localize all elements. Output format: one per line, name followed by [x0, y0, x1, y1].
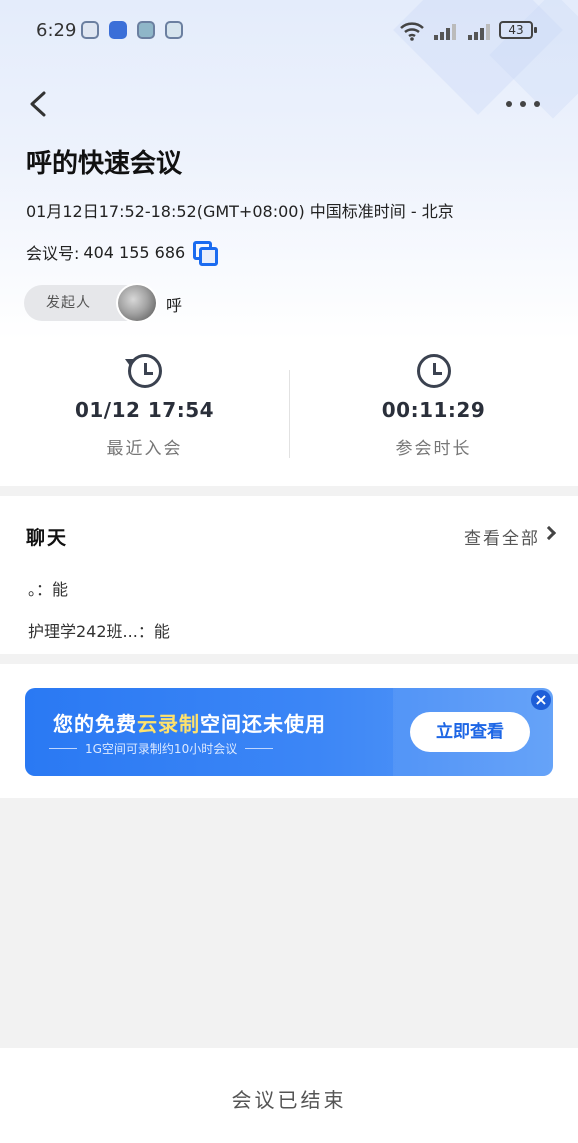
host-name: 呼 [166, 296, 183, 315]
signal-icon [434, 22, 460, 40]
bottom-bar: 会议已结束 [0, 1048, 578, 1143]
chat-text: 能 [153, 622, 170, 641]
notification-app-icon [165, 21, 183, 39]
duration-label: 参会时长 [395, 439, 472, 459]
last-join-value: 01/12 17:54 [74, 398, 215, 422]
duration-value: 00:11:29 [381, 398, 486, 422]
view-all-chat-link[interactable]: 查看全部 [464, 524, 540, 549]
copy-icon[interactable] [193, 241, 219, 266]
meeting-id-row: 会议号: 404 155 686 [26, 240, 219, 266]
banner-highlight: 云录制 [137, 712, 200, 736]
chat-sender: 护理学242班... [28, 622, 138, 641]
more-options-icon[interactable] [506, 92, 540, 116]
meeting-time-range: 01月12日17:52-18:52(GMT+08:00) 中国标准时间 - 北京 [26, 202, 454, 221]
chat-sender: 。 [28, 580, 37, 599]
meeting-title: 呼的快速会议 [26, 149, 183, 179]
wifi-icon [400, 22, 424, 41]
meeting-stats: 01/12 17:54 最近入会 00:11:29 参会时长 [0, 340, 578, 486]
cloud-recording-banner[interactable]: 您的免费云录制空间还未使用 1G空间可录制约10小时会议 立即查看 × [25, 688, 553, 776]
notification-app-icon [109, 21, 127, 39]
chat-text: 能 [52, 580, 69, 599]
meeting-id-value: 404 155 686 [83, 242, 186, 262]
chat-message: 。：能 [28, 580, 69, 599]
duration-stat: 00:11:29 参会时长 [289, 354, 578, 459]
view-now-button[interactable]: 立即查看 [410, 712, 530, 752]
notification-app-icon [137, 21, 155, 39]
last-join-label: 最近入会 [106, 439, 183, 459]
close-icon[interactable]: × [531, 690, 551, 710]
clock-icon [416, 354, 451, 388]
meeting-ended-status: 会议已结束 [231, 1088, 347, 1112]
status-bar: 6:29 43 [0, 0, 578, 62]
history-icon [124, 354, 162, 388]
signal-icon [468, 22, 494, 40]
host-avatar [116, 283, 158, 323]
banner-subtitle: 1G空间可录制约10小时会议 [48, 742, 274, 756]
banner-headline: 您的免费云录制空间还未使用 [53, 712, 326, 736]
back-arrow-icon[interactable] [26, 90, 50, 118]
chat-section: 聊天 查看全部 。：能 护理学242班...：能 [0, 496, 578, 654]
last-join-stat: 01/12 17:54 最近入会 [0, 354, 289, 459]
status-time: 6:29 [36, 20, 77, 41]
meeting-id-label: 会议号: [26, 244, 80, 263]
battery-icon: 43 [499, 21, 537, 39]
notification-app-icon [81, 21, 99, 39]
host-row: 发起人 呼 [24, 283, 182, 323]
chat-title: 聊天 [26, 527, 69, 549]
chat-message: 护理学242班...：能 [28, 622, 170, 641]
chevron-right-icon[interactable] [541, 525, 557, 541]
promo-section: 您的免费云录制空间还未使用 1G空间可录制约10小时会议 立即查看 × [0, 664, 578, 798]
